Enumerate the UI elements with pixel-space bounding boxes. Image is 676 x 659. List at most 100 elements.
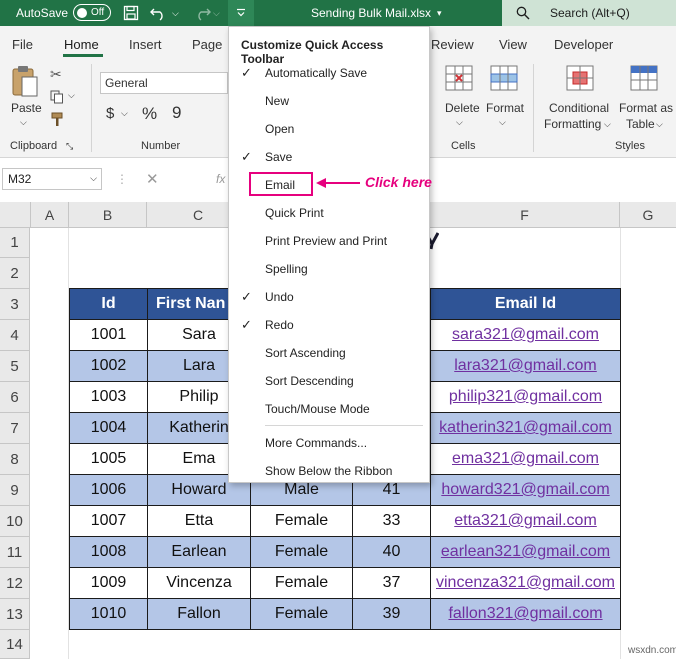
cell-email-link[interactable]: katherin321@gmail.com bbox=[430, 412, 621, 444]
insert-function-icon[interactable]: fx bbox=[216, 172, 225, 186]
currency-icon[interactable]: $ bbox=[106, 105, 114, 122]
cut-icon[interactable]: ✂ bbox=[50, 66, 62, 83]
cell-id[interactable]: 1002 bbox=[69, 350, 148, 382]
menu-item-spelling[interactable]: Spelling bbox=[229, 255, 429, 283]
cell-email-link[interactable]: lara321@gmail.com bbox=[430, 350, 621, 382]
row-header-14[interactable]: 14 bbox=[0, 630, 30, 659]
cell-first-name[interactable]: Earlean bbox=[147, 536, 251, 568]
comma-style-icon[interactable]: 9 bbox=[172, 103, 181, 123]
row-header-1[interactable]: 1 bbox=[0, 228, 30, 258]
menu-item-new[interactable]: New bbox=[229, 87, 429, 115]
tab-view[interactable]: View bbox=[499, 37, 527, 52]
tab-file[interactable]: File bbox=[12, 37, 33, 52]
tab-developer[interactable]: Developer bbox=[554, 37, 613, 52]
filename-dropdown-icon[interactable]: ▾ bbox=[437, 0, 442, 26]
menu-item-more-commands[interactable]: More Commands... bbox=[229, 429, 429, 457]
cell-age[interactable]: 39 bbox=[352, 598, 431, 630]
row-header-12[interactable]: 12 bbox=[0, 568, 30, 599]
percent-icon[interactable]: % bbox=[142, 104, 157, 124]
column-header-b[interactable]: B bbox=[69, 202, 147, 228]
cell-email-link[interactable]: vincenza321@gmail.com bbox=[430, 567, 621, 599]
cell-id[interactable]: 1005 bbox=[69, 443, 148, 475]
cell-email-link[interactable]: ema321@gmail.com bbox=[430, 443, 621, 475]
cell-id[interactable]: 1006 bbox=[69, 474, 148, 506]
name-box-dropdown-icon[interactable]: ⌵ bbox=[90, 173, 97, 184]
format-dropdown-icon[interactable]: ⌵ bbox=[499, 117, 506, 128]
autosave-toggle[interactable]: Off bbox=[73, 4, 111, 21]
cancel-icon[interactable]: ✕ bbox=[146, 170, 159, 188]
menu-item-show-below-ribbon[interactable]: Show Below the Ribbon bbox=[229, 457, 429, 485]
cell-id[interactable]: 1003 bbox=[69, 381, 148, 413]
row-header-13[interactable]: 13 bbox=[0, 599, 30, 630]
menu-item-automatically-save[interactable]: ✓ Automatically Save bbox=[229, 59, 429, 87]
redo-dropdown-icon[interactable]: ⌵ bbox=[213, 0, 220, 26]
currency-dropdown-icon[interactable]: ⌵ bbox=[121, 108, 128, 119]
menu-item-save[interactable]: ✓ Save bbox=[229, 143, 429, 171]
cell-id[interactable]: 1004 bbox=[69, 412, 148, 444]
cell-id[interactable]: 1007 bbox=[69, 505, 148, 537]
column-header-g[interactable]: G bbox=[620, 202, 676, 228]
row-header-5[interactable]: 5 bbox=[0, 351, 30, 382]
tab-review[interactable]: Review bbox=[431, 37, 474, 52]
cell-id[interactable]: 1001 bbox=[69, 319, 148, 351]
column-header-a[interactable]: A bbox=[31, 202, 69, 228]
undo-icon[interactable] bbox=[150, 0, 168, 26]
select-all-corner[interactable] bbox=[0, 202, 31, 228]
cell-first-name[interactable]: Etta bbox=[147, 505, 251, 537]
menu-item-print-preview[interactable]: Print Preview and Print bbox=[229, 227, 429, 255]
conditional-formatting-dropdown-icon[interactable]: ⌵ bbox=[604, 119, 611, 130]
delete-dropdown-icon[interactable]: ⌵ bbox=[456, 117, 463, 128]
undo-dropdown-icon[interactable]: ⌵ bbox=[172, 0, 179, 26]
row-header-7[interactable]: 7 bbox=[0, 413, 30, 444]
cell-email-link[interactable]: sara321@gmail.com bbox=[430, 319, 621, 351]
clipboard-launcher-icon[interactable]: ⤡ bbox=[66, 141, 73, 152]
row-header-9[interactable]: 9 bbox=[0, 475, 30, 506]
cell-gender[interactable]: Female bbox=[250, 598, 353, 630]
delete-cells-icon[interactable] bbox=[444, 64, 474, 95]
copy-icon[interactable] bbox=[50, 90, 64, 107]
menu-item-undo[interactable]: ✓ Undo bbox=[229, 283, 429, 311]
menu-item-sort-ascending[interactable]: Sort Ascending bbox=[229, 339, 429, 367]
row-header-6[interactable]: 6 bbox=[0, 382, 30, 413]
row-header-11[interactable]: 11 bbox=[0, 537, 30, 568]
format-as-table-icon[interactable] bbox=[629, 64, 659, 95]
cell-email-link[interactable]: philip321@gmail.com bbox=[430, 381, 621, 413]
menu-item-sort-descending[interactable]: Sort Descending bbox=[229, 367, 429, 395]
row-header-10[interactable]: 10 bbox=[0, 506, 30, 537]
copy-dropdown-icon[interactable]: ⌵ bbox=[68, 90, 75, 101]
tab-home[interactable]: Home bbox=[64, 37, 99, 52]
cell-id[interactable]: 1009 bbox=[69, 567, 148, 599]
cell-age[interactable]: 37 bbox=[352, 567, 431, 599]
row-header-4[interactable]: 4 bbox=[0, 320, 30, 351]
cell-email-link[interactable]: etta321@gmail.com bbox=[430, 505, 621, 537]
name-box[interactable]: M32 ⌵ bbox=[2, 168, 102, 190]
paste-dropdown-icon[interactable]: ⌵ bbox=[20, 117, 27, 128]
menu-item-open[interactable]: Open bbox=[229, 115, 429, 143]
row-header-2[interactable]: 2 bbox=[0, 258, 30, 289]
cell-email-link[interactable]: howard321@gmail.com bbox=[430, 474, 621, 506]
cell-email-link[interactable]: earlean321@gmail.com bbox=[430, 536, 621, 568]
cell-first-name[interactable]: Fallon bbox=[147, 598, 251, 630]
save-icon[interactable] bbox=[123, 0, 139, 26]
cell-email-link[interactable]: fallon321@gmail.com bbox=[430, 598, 621, 630]
row-header-3[interactable]: 3 bbox=[0, 289, 30, 320]
column-header-f[interactable]: F bbox=[430, 202, 620, 228]
menu-item-redo[interactable]: ✓ Redo bbox=[229, 311, 429, 339]
search-box[interactable]: Search (Alt+Q) bbox=[502, 0, 676, 26]
customize-qat-button[interactable] bbox=[228, 0, 254, 26]
tab-insert[interactable]: Insert bbox=[129, 37, 162, 52]
format-as-table-dropdown-icon[interactable]: ⌵ bbox=[656, 119, 663, 130]
format-cells-icon[interactable] bbox=[489, 64, 519, 95]
conditional-formatting-icon[interactable] bbox=[565, 64, 595, 95]
cell-gender[interactable]: Female bbox=[250, 505, 353, 537]
cell-age[interactable]: 40 bbox=[352, 536, 431, 568]
menu-item-quick-print[interactable]: Quick Print bbox=[229, 199, 429, 227]
cell-id[interactable]: 1010 bbox=[69, 598, 148, 630]
cell-gender[interactable]: Female bbox=[250, 567, 353, 599]
paste-button[interactable] bbox=[10, 64, 40, 101]
redo-icon[interactable] bbox=[193, 0, 211, 26]
format-painter-icon[interactable] bbox=[50, 112, 66, 131]
cell-gender[interactable]: Female bbox=[250, 536, 353, 568]
cell-first-name[interactable]: Vincenza bbox=[147, 567, 251, 599]
row-header-8[interactable]: 8 bbox=[0, 444, 30, 475]
